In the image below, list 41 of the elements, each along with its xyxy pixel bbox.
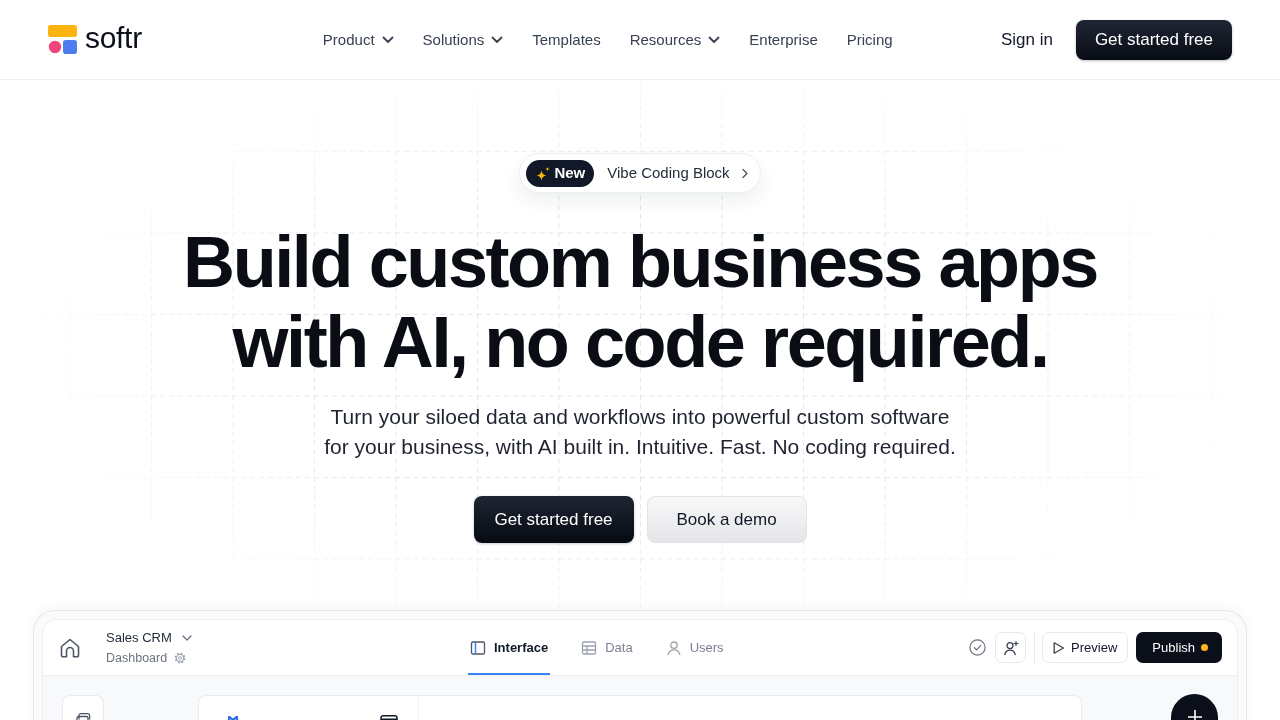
sign-in-link[interactable]: Sign in bbox=[1000, 28, 1053, 51]
invite-user-button[interactable] bbox=[995, 632, 1027, 663]
chevron-down-icon bbox=[381, 35, 394, 44]
nav-link[interactable]: Enterprise bbox=[749, 29, 818, 50]
tab[interactable]: Users bbox=[663, 620, 726, 675]
play-icon bbox=[1052, 640, 1066, 655]
publish-button[interactable]: Publish bbox=[1136, 632, 1222, 663]
hero-headline: Build custom business apps with AI, no code required. bbox=[182, 222, 1098, 382]
nav-menu-button[interactable]: Resources bbox=[629, 29, 721, 50]
check-circle-icon bbox=[969, 639, 987, 656]
chevron-right-icon bbox=[740, 167, 749, 179]
add-button[interactable] bbox=[1171, 694, 1218, 720]
hero-subtitle: Turn your siloed data and workflows into powerful custom software for your business, with AI built in. Intuitive. Fast. No coding required. bbox=[323, 404, 957, 460]
user-icon bbox=[665, 639, 682, 656]
preview-button[interactable]: Preview bbox=[1042, 632, 1129, 663]
secondary-button[interactable]: Book a demo bbox=[646, 496, 807, 543]
nav-link[interactable]: Templates bbox=[532, 29, 601, 50]
plus-icon bbox=[1187, 710, 1202, 720]
sparkle-icon bbox=[535, 165, 551, 181]
chevron-down-icon bbox=[181, 634, 192, 641]
get-started-button[interactable]: Get started free bbox=[1075, 19, 1232, 60]
pages-icon bbox=[75, 712, 91, 720]
app-name-dropdown[interactable]: Sales CRM bbox=[106, 627, 192, 648]
nav-menu-button[interactable]: Solutions bbox=[422, 29, 504, 50]
logo-icon[interactable] bbox=[48, 25, 77, 54]
nav-menu-button[interactable]: Product bbox=[322, 29, 394, 50]
layout-icon bbox=[380, 715, 398, 720]
user-plus-icon bbox=[1002, 639, 1019, 656]
primary-button[interactable]: Get started free bbox=[473, 496, 634, 543]
tab[interactable]: Data bbox=[579, 620, 635, 675]
nav-link[interactable]: Pricing bbox=[846, 29, 893, 50]
home-icon[interactable] bbox=[59, 636, 81, 659]
chevron-down-icon bbox=[708, 35, 721, 44]
announcement-link[interactable]: New Vibe Coding Block bbox=[519, 153, 761, 193]
chevron-down-icon bbox=[491, 35, 504, 44]
new-label: New bbox=[554, 164, 586, 182]
announcement-text: Vibe Coding Block bbox=[607, 164, 730, 182]
page-name: Dashboard bbox=[106, 649, 168, 667]
panel-icon bbox=[470, 639, 486, 656]
brand-name[interactable]: softr bbox=[85, 21, 142, 55]
table-icon bbox=[581, 639, 598, 656]
